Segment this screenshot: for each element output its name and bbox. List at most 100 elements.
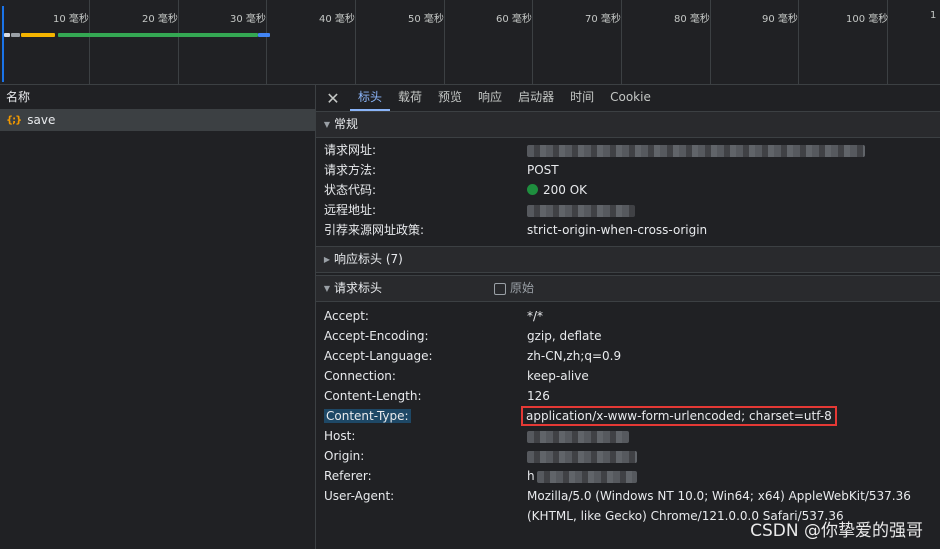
- tab-headers[interactable]: 标头: [350, 85, 391, 111]
- general-row-referrer-policy: 引荐来源网址政策: strict-origin-when-cross-origi…: [316, 220, 940, 240]
- column-header-name[interactable]: 名称: [0, 85, 315, 110]
- raw-toggle[interactable]: 原始: [494, 276, 534, 301]
- highlighted-header-value: application/x-www-form-urlencoded; chars…: [521, 406, 837, 426]
- header-value: POST: [527, 163, 559, 177]
- header-key: 请求方法:: [324, 163, 377, 177]
- status-text: 200 OK: [543, 183, 588, 197]
- req-header-row: Host:: [316, 426, 940, 446]
- request-list-pane: 名称 {;} save: [0, 85, 316, 549]
- raw-label: 原始: [510, 281, 535, 295]
- header-key: Content-Length:: [324, 389, 422, 403]
- header-value: h: [527, 469, 535, 483]
- triangle-right-icon: ▶: [323, 255, 331, 264]
- req-header-row: Connection: keep-alive: [316, 366, 940, 386]
- header-key-selected: Content-Type:: [324, 409, 411, 423]
- tab-response[interactable]: 响应: [470, 85, 510, 111]
- tick-line: [89, 0, 90, 84]
- section-request-headers-body: Accept: */* Accept-Encoding: gzip, defla…: [316, 302, 940, 530]
- general-row-remote-address: 远程地址:: [316, 200, 940, 220]
- xhr-fetch-icon: {;}: [6, 115, 22, 126]
- header-key-cell: Content-Type:: [316, 406, 527, 426]
- header-value: keep-alive: [527, 369, 589, 383]
- req-header-row: Accept: */*: [316, 306, 940, 326]
- req-header-row: Accept-Encoding: gzip, deflate: [316, 326, 940, 346]
- tab-timing[interactable]: 时间: [562, 85, 602, 111]
- general-row-request-url: 请求网址:: [316, 140, 940, 160]
- waterfall-stalled-bar: [11, 33, 20, 37]
- header-value: 126: [527, 389, 550, 403]
- header-key: Accept-Language:: [324, 349, 433, 363]
- tick-label: 60 毫秒: [496, 14, 532, 25]
- waterfall-waiting-bar: [58, 33, 258, 37]
- header-key: Accept:: [324, 309, 369, 323]
- section-response-headers-header[interactable]: ▶ 响应标头 (7): [316, 246, 940, 273]
- header-key: User-Agent:: [324, 489, 395, 503]
- tab-cookies[interactable]: Cookie: [602, 85, 659, 111]
- header-value: */*: [527, 309, 544, 323]
- triangle-down-icon: ▼: [323, 284, 331, 293]
- section-general-header[interactable]: ▼ 常规: [316, 112, 940, 138]
- tick-line: [621, 0, 622, 84]
- status-badge: 200 OK: [527, 180, 587, 200]
- tick-label: 40 毫秒: [319, 14, 355, 25]
- status-ok-dot-icon: [527, 184, 538, 195]
- tick-label: 100 毫秒: [846, 14, 889, 25]
- general-row-status: 状态代码: 200 OK: [316, 180, 940, 200]
- req-header-row: Content-Length: 126: [316, 386, 940, 406]
- details-tab-bar: ✕ 标头 载荷 预览 响应 启动器 时间 Cookie: [316, 85, 940, 112]
- tick-line: [355, 0, 356, 84]
- tab-initiator[interactable]: 启动器: [510, 85, 562, 111]
- tick-line: [798, 0, 799, 84]
- tick-label: 30 毫秒: [230, 14, 266, 25]
- tick-label: 10 毫秒: [53, 14, 89, 25]
- section-request-headers-header[interactable]: ▼ 请求标头 原始: [316, 275, 940, 302]
- waterfall-connect-bar: [21, 33, 55, 37]
- request-row-save[interactable]: {;} save: [0, 110, 315, 131]
- tick-label: 70 毫秒: [585, 14, 621, 25]
- header-key: 远程地址:: [324, 203, 377, 217]
- triangle-down-icon: ▼: [323, 120, 331, 129]
- tick-line: [710, 0, 711, 84]
- tick-line: [266, 0, 267, 84]
- header-key: Connection:: [324, 369, 396, 383]
- tick-line: [178, 0, 179, 84]
- tick-line: [444, 0, 445, 84]
- section-general-body: 请求网址: 请求方法: POST 状态代码: 200 OK 远程地址: 引荐来源…: [316, 138, 940, 244]
- req-header-row-content-type: Content-Type: application/x-www-form-url…: [316, 406, 940, 426]
- tick-label: 90 毫秒: [762, 14, 798, 25]
- header-value: zh-CN,zh;q=0.9: [527, 349, 622, 363]
- header-value: strict-origin-when-cross-origin: [527, 223, 708, 237]
- tick-label: 80 毫秒: [674, 14, 710, 25]
- req-header-row: Referer: h: [316, 466, 940, 486]
- watermark: CSDN @你挚爱的强哥: [750, 521, 923, 541]
- header-value: gzip, deflate: [527, 329, 602, 343]
- section-title: 响应标头 (7): [334, 252, 403, 266]
- section-title: 常规: [334, 117, 359, 131]
- timeline-cursor[interactable]: [2, 6, 4, 82]
- header-value-redacted: [527, 200, 635, 220]
- header-key: 状态代码:: [324, 183, 377, 197]
- header-value-redacted: [527, 446, 637, 466]
- header-key: Accept-Encoding:: [324, 329, 429, 343]
- header-key: Referer:: [324, 469, 372, 483]
- header-value-cell: application/x-www-form-urlencoded; chars…: [521, 406, 837, 426]
- tick-label: 20 毫秒: [142, 14, 178, 25]
- header-value-redacted: [527, 140, 865, 160]
- tab-preview[interactable]: 预览: [430, 85, 470, 111]
- header-key: Origin:: [324, 449, 365, 463]
- header-key: 请求网址:: [324, 143, 377, 157]
- close-icon[interactable]: ✕: [316, 85, 350, 111]
- raw-checkbox[interactable]: [494, 282, 507, 295]
- header-value-partial: h: [527, 466, 637, 486]
- tab-payload[interactable]: 载荷: [390, 85, 430, 111]
- request-details-pane: ✕ 标头 载荷 预览 响应 启动器 时间 Cookie ▼ 常规 请求网址: 请…: [316, 85, 940, 549]
- request-name: save: [27, 113, 56, 127]
- header-value-redacted: [527, 426, 629, 446]
- tick-label: 1: [930, 10, 937, 21]
- req-header-row: Accept-Language: zh-CN,zh;q=0.9: [316, 346, 940, 366]
- tick-line: [532, 0, 533, 84]
- req-header-row: Origin:: [316, 446, 940, 466]
- general-row-method: 请求方法: POST: [316, 160, 940, 180]
- network-timeline-overview[interactable]: 10 毫秒 20 毫秒 30 毫秒 40 毫秒 50 毫秒 60 毫秒 70 毫…: [0, 0, 940, 85]
- tick-label: 50 毫秒: [408, 14, 444, 25]
